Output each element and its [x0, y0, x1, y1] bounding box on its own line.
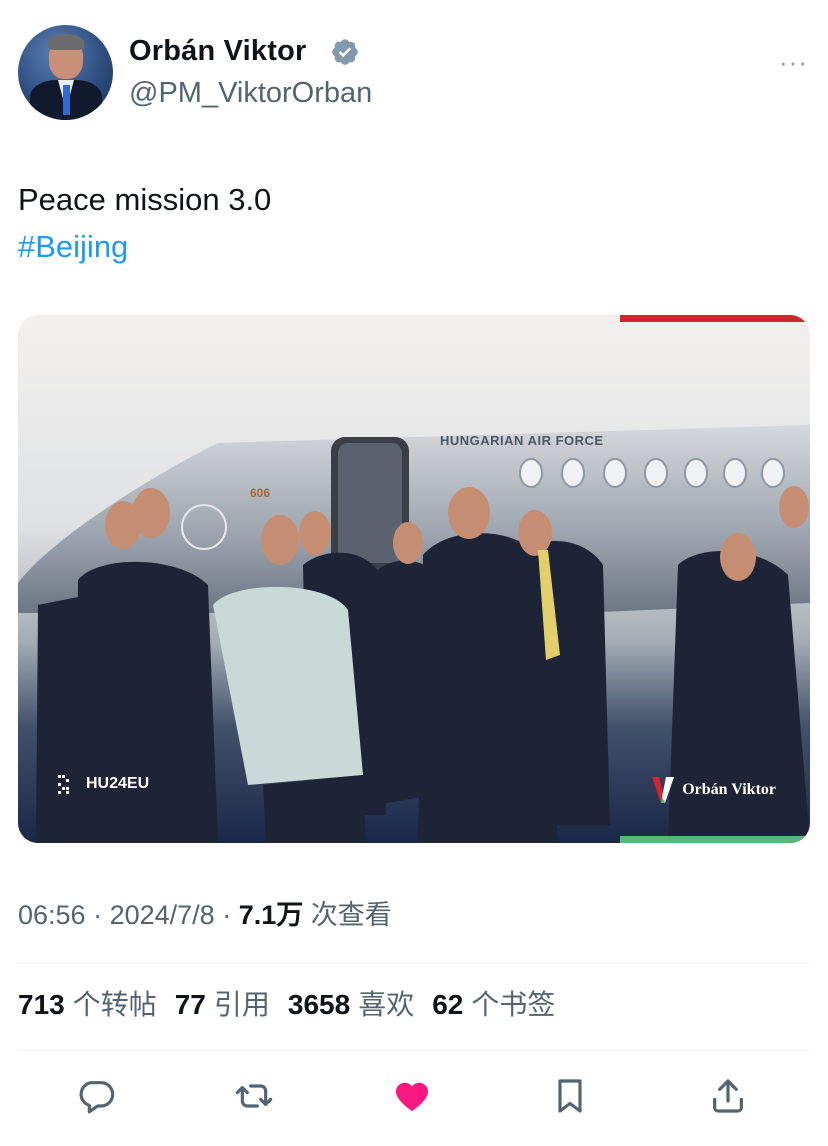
bookmark-button[interactable] — [542, 1068, 598, 1124]
profile-photo[interactable] — [18, 25, 113, 120]
divider-top — [18, 963, 810, 964]
tweet-date[interactable]: 2024/7/8 — [110, 900, 215, 930]
quotes-stat[interactable]: 77 引用 — [175, 983, 270, 1023]
reposts-stat[interactable]: 713 个转帖 — [18, 983, 157, 1023]
quotes-label: 引用 — [213, 989, 270, 1020]
hu24eu-logo: HU24EU — [56, 771, 149, 797]
reply-button[interactable] — [68, 1068, 124, 1124]
tweet-meta: 06:56 · 2024/7/8 · 7.1万 次查看 — [18, 893, 392, 932]
tweet-text: Peace mission 3.0 — [18, 182, 272, 217]
verified-badge-icon — [332, 39, 358, 65]
action-bar — [0, 1068, 828, 1124]
hu24eu-text: HU24EU — [86, 775, 150, 792]
likes-label: 喜欢 — [358, 989, 415, 1020]
bookmark-icon — [558, 1079, 582, 1113]
hashtag-link[interactable]: #Beijing — [18, 223, 271, 270]
orban-logo-icon — [652, 777, 675, 803]
retweet-button[interactable] — [226, 1068, 282, 1124]
orban-watermark: Orbán Viktor — [652, 777, 776, 803]
quotes-count: 77 — [174, 989, 206, 1020]
reply-icon — [79, 1081, 115, 1114]
tweet-time[interactable]: 06:56 — [18, 900, 86, 930]
likes-stat[interactable]: 3658 喜欢 — [288, 983, 414, 1023]
reposts-count: 713 — [18, 989, 65, 1020]
views-label: 次查看 — [303, 900, 392, 930]
like-button[interactable] — [384, 1068, 440, 1124]
meta-separator-2: · — [214, 900, 239, 930]
tweet-header: Orbán Viktor @PM_ViktorOrban ··· — [18, 25, 810, 121]
tweet-photo[interactable]: HUNGARIAN AIR FORCE 606 HU24EU Orbán Vik… — [18, 315, 810, 843]
orban-watermark-text: Orbán Viktor — [682, 781, 776, 798]
retweet-icon — [235, 1084, 273, 1108]
tweet-body: Peace mission 3.0 #Beijing — [18, 176, 271, 270]
meta-separator: · — [85, 900, 110, 930]
likes-count: 3658 — [287, 989, 351, 1020]
reposts-label: 个转帖 — [72, 989, 157, 1020]
flag-stripe-green — [620, 836, 810, 843]
display-name[interactable]: Orbán Viktor — [129, 35, 307, 68]
views-count[interactable]: 7.1万 — [239, 900, 304, 930]
flag-stripe-red — [620, 315, 810, 322]
engagement-stats: 713 个转帖 77 引用 3658 喜欢 62 个书签 — [18, 983, 555, 1023]
hu24eu-icon — [58, 775, 69, 794]
avatar-tie — [63, 85, 70, 115]
user-handle[interactable]: @PM_ViktorOrban — [129, 77, 372, 110]
bookmarks-count: 62 — [432, 989, 464, 1020]
divider-bottom — [18, 1050, 810, 1051]
plane-label: HUNGARIAN AIR FORCE — [440, 433, 604, 448]
share-button[interactable] — [700, 1068, 756, 1124]
bookmarks-stat[interactable]: 62 个书签 — [432, 983, 555, 1023]
avatar-hair — [48, 34, 84, 50]
bookmarks-label: 个书签 — [471, 989, 556, 1020]
share-icon — [713, 1079, 743, 1113]
more-icon[interactable]: ··· — [779, 47, 808, 78]
like-icon — [395, 1082, 429, 1111]
